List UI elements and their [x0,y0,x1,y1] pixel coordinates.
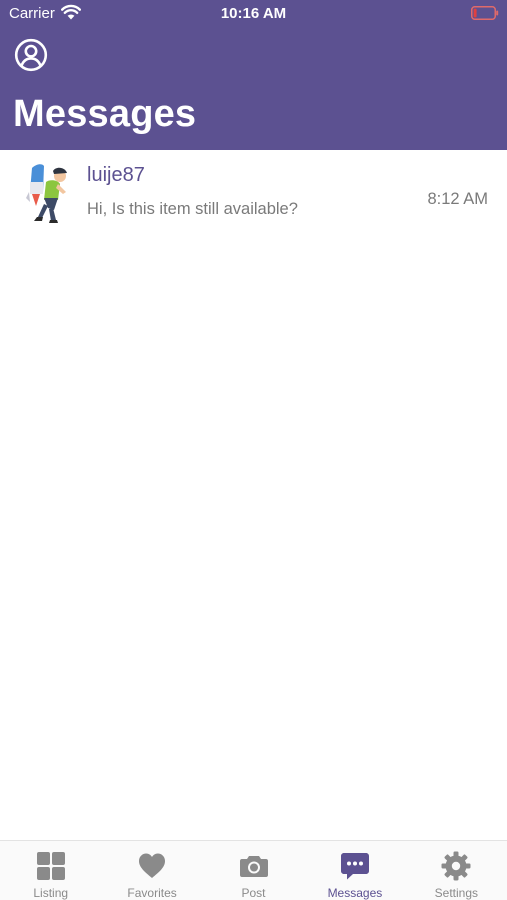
message-row[interactable]: luije87 Hi, Is this item still available… [0,150,507,236]
tab-favorites[interactable]: Favorites [101,841,202,900]
battery-icon [471,6,499,20]
status-bar: Carrier 10:16 AM [0,0,507,28]
message-preview: Hi, Is this item still available? [87,200,298,218]
camera-icon [239,856,268,877]
tab-label-listing: Listing [33,886,69,900]
tab-label-favorites: Favorites [127,886,177,900]
message-time: 8:12 AM [427,190,488,208]
sender-name: luije87 [87,164,145,186]
tab-settings[interactable]: Settings [406,841,507,900]
grid-icon [36,852,65,880]
messages-screen: Carrier 10:16 AM Messages luije87 Hi, Is… [0,0,507,900]
heart-icon [139,853,166,878]
tab-label-post: Post [241,886,266,900]
user-avatar [26,164,67,223]
tab-label-settings: Settings [434,886,478,900]
message-list: luije87 Hi, Is this item still available… [0,150,507,236]
tab-listing[interactable]: Listing [0,841,101,900]
page-title: Messages [13,93,197,135]
tab-label-messages: Messages [327,886,383,900]
chat-bubble-icon [340,853,369,880]
header: Carrier 10:16 AM Messages [0,0,507,150]
profile-icon[interactable] [14,38,48,72]
tab-messages[interactable]: Messages [304,841,405,900]
tab-bar: Listing Favorites Post Messages Settings [0,840,507,900]
gear-icon [441,851,471,881]
status-time: 10:16 AM [220,5,287,22]
tab-post[interactable]: Post [203,841,304,900]
